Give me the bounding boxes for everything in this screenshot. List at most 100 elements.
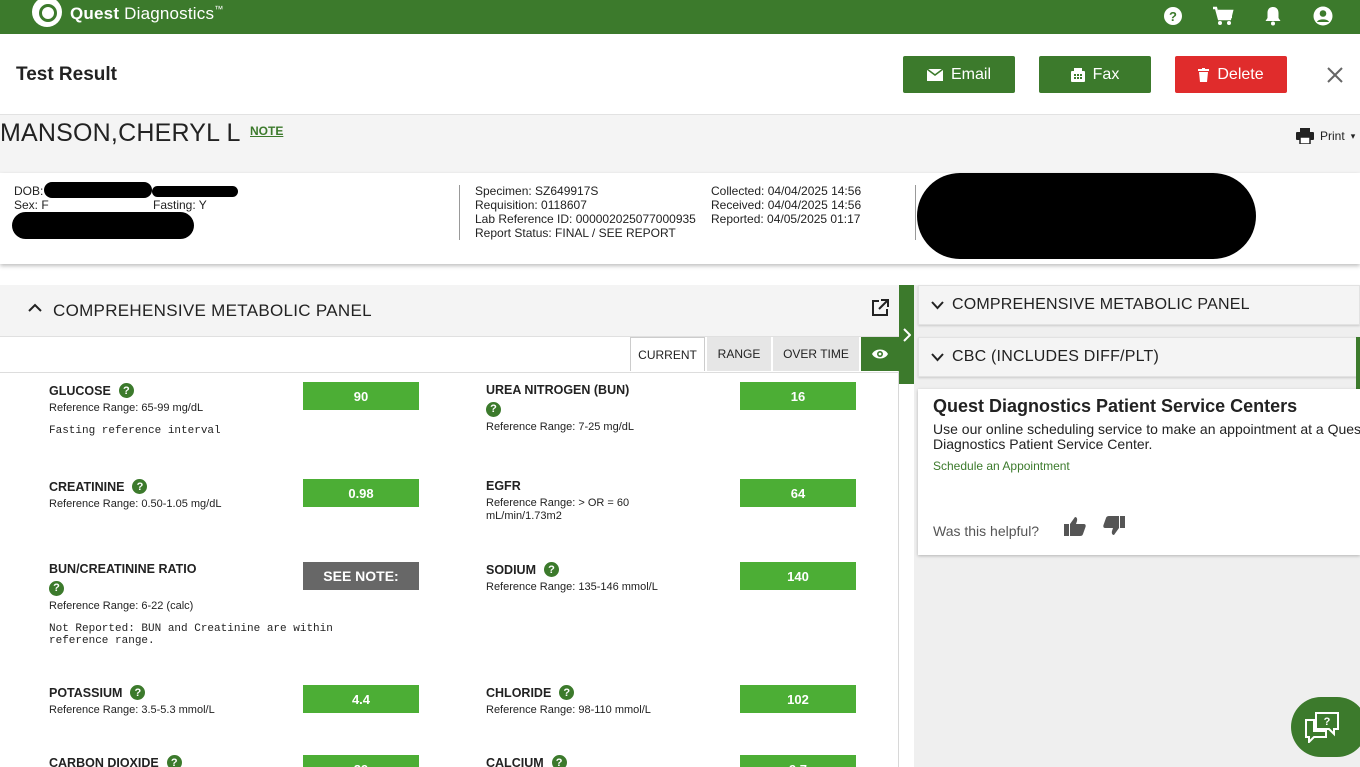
- help-icon[interactable]: ?: [132, 479, 148, 494]
- chat-button[interactable]: ?: [1291, 697, 1360, 757]
- test-bun: UREA NITROGEN (BUN) ? Reference Range: 7…: [486, 383, 634, 434]
- cart-icon[interactable]: [1198, 3, 1248, 29]
- accordion-title: COMPREHENSIVE METABOLIC PANEL: [952, 296, 1250, 313]
- test-sodium: SODIUM? Reference Range: 135-146 mmol/L: [486, 562, 658, 594]
- chevron-down-icon: [931, 300, 944, 309]
- thumbs-up-icon[interactable]: [1064, 516, 1086, 536]
- email-button-label: Email: [950, 65, 991, 83]
- test-comment: Not Reported: BUN and Creatinine are wit…: [49, 623, 333, 647]
- help-icon[interactable]: ?: [551, 755, 567, 767]
- patient-name-row: MANSON,CHERYL L NOTE Print ▾: [0, 115, 1360, 173]
- bell-icon[interactable]: [1248, 3, 1298, 29]
- test-calcium: CALCIUM?: [486, 755, 567, 767]
- test-creatinine: CREATININE? Reference Range: 0.50-1.05 m…: [49, 479, 221, 511]
- result-value: 16: [740, 382, 856, 410]
- result-header: Test Result Email Fax Delete: [0, 34, 1360, 115]
- test-chloride: CHLORIDE? Reference Range: 98-110 mmol/L: [486, 685, 651, 717]
- quest-logo-mark: [32, 0, 62, 27]
- panel-header[interactable]: COMPREHENSIVE METABOLIC PANEL: [0, 285, 899, 337]
- tab-over-time[interactable]: OVER TIME: [773, 337, 859, 371]
- test-glucose: GLUCOSE? Reference Range: 65-99 mg/dL Fa…: [49, 383, 221, 437]
- received-field: Received: 04/04/2025 14:56: [711, 198, 862, 212]
- helpful-prompt: Was this helpful?: [933, 523, 1040, 539]
- account-icon[interactable]: [1298, 3, 1348, 29]
- chevron-right-icon: [902, 327, 911, 342]
- help-icon[interactable]: ?: [486, 401, 501, 417]
- result-value: 64: [740, 479, 856, 507]
- test-egfr: EGFR Reference Range: > OR = 60 mL/min/1…: [486, 479, 656, 523]
- test-name: SODIUM: [486, 562, 536, 577]
- external-link-icon[interactable]: [871, 299, 889, 317]
- delete-button[interactable]: Delete: [1175, 56, 1287, 93]
- reference-range: Reference Range: 0.50-1.05 mg/dL: [49, 498, 222, 510]
- reference-range: Reference Range: 98-110 mmol/L: [486, 704, 651, 716]
- divider: [915, 185, 916, 240]
- help-icon[interactable]: ?: [130, 685, 146, 700]
- result-value: 9.7: [740, 755, 856, 767]
- result-value: 90: [303, 382, 419, 410]
- print-label: Print: [1320, 129, 1345, 143]
- eye-icon[interactable]: [861, 337, 899, 371]
- tab-range[interactable]: RANGE: [707, 337, 771, 371]
- accordion-cmp[interactable]: COMPREHENSIVE METABOLIC PANEL: [918, 285, 1360, 325]
- redacted-dob: [44, 182, 152, 198]
- email-button[interactable]: Email: [903, 56, 1015, 93]
- help-icon[interactable]: ?: [166, 755, 182, 767]
- result-value: 0.98: [303, 479, 419, 507]
- svg-text:?: ?: [1169, 9, 1177, 24]
- requisition-field: Requisition: 0118607: [475, 198, 587, 212]
- panel-title: COMPREHENSIVE METABOLIC PANEL: [53, 301, 372, 320]
- help-icon[interactable]: ?: [118, 383, 134, 398]
- note-link[interactable]: NOTE: [250, 124, 283, 138]
- help-icon[interactable]: ?: [49, 580, 64, 596]
- fax-button[interactable]: Fax: [1039, 56, 1151, 93]
- test-name: CHLORIDE: [486, 685, 552, 700]
- help-icon[interactable]: ?: [544, 562, 559, 577]
- result-value: 102: [740, 685, 856, 713]
- test-name: CREATININE: [49, 479, 125, 494]
- test-name: CALCIUM: [486, 755, 544, 767]
- patient-service-centers-card: Quest Diagnostics Patient Service Center…: [918, 389, 1360, 555]
- fax-icon: [1070, 67, 1085, 82]
- schedule-appointment-link[interactable]: Schedule an Appointment: [933, 459, 1070, 473]
- top-navigation-bar: Quest Diagnostics™ ?: [0, 0, 1360, 34]
- test-name: EGFR: [486, 479, 521, 493]
- card-title: Quest Diagnostics Patient Service Center…: [933, 396, 1298, 416]
- help-icon[interactable]: ?: [559, 685, 575, 700]
- chat-icon: ?: [1305, 712, 1339, 743]
- quest-logo[interactable]: Quest Diagnostics™: [32, 0, 223, 28]
- test-comment: Fasting reference interval: [49, 425, 221, 437]
- help-icon[interactable]: ?: [1148, 3, 1198, 29]
- test-name: BUN/CREATININE RATIO: [49, 562, 197, 576]
- reference-range: Reference Range: 135-146 mmol/L: [486, 581, 658, 593]
- svg-text:?: ?: [1324, 716, 1331, 728]
- accordion-cbc[interactable]: CBC (INCLUDES DIFF/PLT): [918, 337, 1360, 377]
- accordion-title: CBC (INCLUDES DIFF/PLT): [952, 348, 1159, 365]
- collected-field: Collected: 04/04/2025 14:56: [711, 184, 862, 198]
- redacted-lab-info: [917, 173, 1256, 259]
- chevron-down-icon: [931, 352, 944, 361]
- collapse-sidebar-button[interactable]: [899, 285, 914, 384]
- divider: [459, 185, 460, 240]
- view-tabs: CURRENT RANGE OVER TIME: [0, 337, 899, 373]
- print-button[interactable]: Print ▾: [1296, 128, 1355, 144]
- reference-range: Reference Range: > OR = 60 mL/min/1.73m2: [486, 497, 630, 522]
- result-value: 4.4: [303, 685, 419, 713]
- reference-range: Reference Range: 65-99 mg/dL: [49, 402, 204, 414]
- close-icon[interactable]: [1322, 62, 1348, 88]
- result-value: SEE NOTE:: [303, 562, 419, 590]
- patient-name: MANSON,CHERYL L: [0, 119, 241, 147]
- result-value: 29: [303, 755, 419, 767]
- chevron-up-icon[interactable]: [28, 303, 42, 313]
- page-title: Test Result: [16, 64, 118, 85]
- thumbs-down-icon[interactable]: [1103, 516, 1125, 536]
- test-name: CARBON DIOXIDE: [49, 755, 159, 767]
- delete-button-label: Delete: [1217, 65, 1264, 83]
- test-bun-creatinine-ratio: BUN/CREATININE RATIO ? Reference Range: …: [49, 562, 333, 647]
- dob-label: DOB:: [14, 184, 44, 198]
- specimen-field: Specimen: SZ649917S: [475, 184, 599, 198]
- envelope-icon: [926, 68, 943, 81]
- printer-icon: [1296, 128, 1314, 144]
- reported-field: Reported: 04/05/2025 01:17: [711, 212, 861, 226]
- tab-current[interactable]: CURRENT: [630, 337, 705, 371]
